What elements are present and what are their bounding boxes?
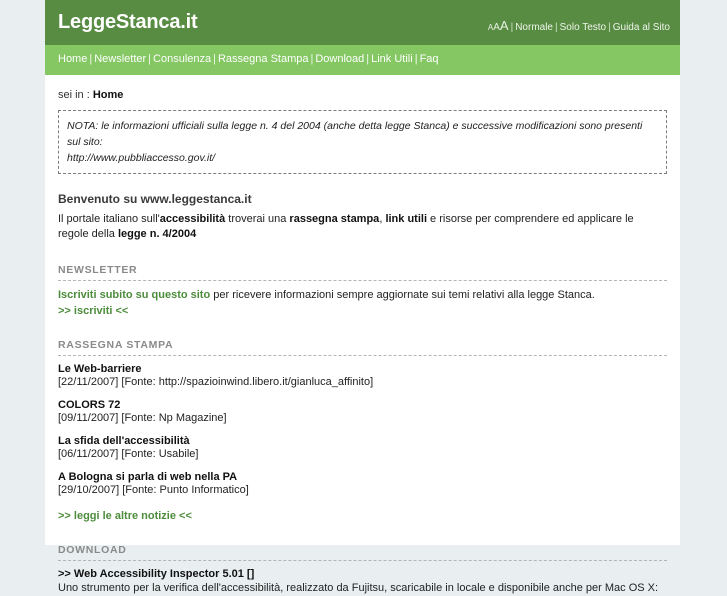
nav-separator: | bbox=[213, 53, 216, 65]
nota-line-1: NOTA: le informazioni ufficiali sulla le… bbox=[67, 120, 643, 148]
welcome-part-2: troverai una bbox=[225, 213, 290, 225]
nota-line-2: http://www.pubbliaccesso.gov.it/ bbox=[67, 152, 216, 164]
welcome-bold-legge: legge n. 4/2004 bbox=[117, 228, 197, 240]
site-title: LeggeStanca.it bbox=[58, 11, 198, 33]
press-item[interactable]: A Bologna si parla di web nella PA [29/1… bbox=[58, 471, 667, 496]
breadcrumb-prefix: sei in : bbox=[58, 89, 90, 101]
nav-item-newsletter[interactable]: Newsletter bbox=[94, 53, 146, 65]
download-section-title: DOWNLOAD bbox=[58, 544, 667, 561]
nav-item-faq[interactable]: Faq bbox=[420, 53, 439, 65]
main-navigation: Home | Newsletter | Consulenza | Rassegna Stam… bbox=[45, 45, 680, 75]
newsletter-rest-text: per ricevere informazioni sempre aggiorn… bbox=[210, 289, 595, 301]
press-item-meta: [06/11/2007] [Fonte: Usabile] bbox=[58, 448, 199, 460]
nav-separator: | bbox=[310, 53, 314, 65]
newsletter-section: NEWSLETTER Iscriviti subito su questo si… bbox=[58, 264, 667, 317]
press-item-title[interactable]: La sfida dell'accessibilità bbox=[58, 435, 667, 447]
press-item[interactable]: COLORS 72 [09/11/2007] [Fonte: Np Magazi… bbox=[58, 399, 667, 424]
page-container: LeggeStanca.it AAA | Normale | Solo Testo | Gu… bbox=[45, 0, 680, 594]
site-header: LeggeStanca.it AAA | Normale | Solo Testo | Gu… bbox=[45, 0, 680, 45]
toolbar-separator: | bbox=[555, 22, 558, 33]
text-size-large-button[interactable]: A bbox=[500, 18, 509, 33]
nav-item-download[interactable]: Download bbox=[315, 53, 364, 65]
welcome-part-1: Il portale italiano sull' bbox=[58, 213, 160, 225]
nav-item-consulenza[interactable]: Consulenza bbox=[153, 53, 211, 65]
welcome-bold-rassegna-stampa: rassegna stampa bbox=[289, 213, 380, 225]
nav-item-home[interactable]: Home bbox=[58, 53, 87, 65]
breadcrumb: sei in : Home bbox=[58, 75, 667, 110]
main-content: sei in : Home NOTA: le informazioni uffi… bbox=[45, 75, 680, 596]
rassegna-stampa-section-title: RASSEGNA STAMPA bbox=[58, 339, 667, 356]
rassegna-stampa-section: RASSEGNA STAMPA Le Web-barriere [22/11/2… bbox=[58, 339, 667, 522]
nav-separator: | bbox=[366, 53, 370, 65]
press-item-meta: [29/10/2007] [Fonte: Punto Informatico] bbox=[58, 484, 249, 496]
download-item-description: Uno strumento per la verifica dell'acces… bbox=[58, 582, 659, 594]
newsletter-section-title: NEWSLETTER bbox=[58, 264, 667, 281]
guida-al-sito-link[interactable]: Guida al Sito bbox=[613, 22, 670, 33]
welcome-heading: Benvenuto su www.leggestanca.it bbox=[58, 192, 252, 206]
nav-item-rassegna-stampa[interactable]: Rassegna Stampa bbox=[218, 53, 309, 65]
welcome-paragraph: Il portale italiano sull'accessibilità t… bbox=[58, 212, 667, 242]
press-item-title[interactable]: A Bologna si parla di web nella PA bbox=[58, 471, 667, 483]
nav-list: Home | Newsletter | Consulenza | Rassegna Stam… bbox=[58, 53, 439, 65]
press-item[interactable]: Le Web-barriere [22/11/2007] [Fonte: htt… bbox=[58, 363, 667, 388]
press-item-meta: [09/11/2007] [Fonte: Np Magazine] bbox=[58, 412, 227, 424]
view-solo-testo-link[interactable]: Solo Testo bbox=[560, 22, 607, 33]
toolbar-separator: | bbox=[510, 22, 514, 33]
nav-separator: | bbox=[89, 53, 93, 65]
download-section: DOWNLOAD >> Web Accessibility Inspector … bbox=[58, 544, 667, 596]
nav-separator: | bbox=[148, 53, 152, 65]
welcome-bold-link-utili: link utili bbox=[385, 213, 427, 225]
text-size-medium-button[interactable]: A bbox=[493, 22, 500, 33]
nav-item-link-utili[interactable]: Link Utili bbox=[371, 53, 413, 65]
accessibility-toolbar: AAA | Normale | Solo Testo | Guida al Sito bbox=[488, 18, 670, 33]
welcome-section: Benvenuto su www.leggestanca.it Il porta… bbox=[58, 192, 667, 242]
press-item[interactable]: La sfida dell'accessibilità [06/11/2007]… bbox=[58, 435, 667, 460]
press-item-title[interactable]: Le Web-barriere bbox=[58, 363, 667, 375]
toolbar-separator: | bbox=[608, 22, 611, 33]
newsletter-subscribe-link[interactable]: Iscriviti subito su questo sito bbox=[58, 289, 210, 301]
breadcrumb-current: Home bbox=[92, 89, 124, 101]
press-item-title[interactable]: COLORS 72 bbox=[58, 399, 667, 411]
newsletter-paragraph: Iscriviti subito su questo sito per rice… bbox=[58, 288, 667, 303]
download-item-title[interactable]: >> Web Accessibility Inspector 5.01 [] bbox=[58, 568, 667, 580]
newsletter-more-link[interactable]: >> iscriviti << bbox=[58, 305, 667, 317]
welcome-bold-accessibilita: accessibilità bbox=[159, 213, 226, 225]
rassegna-stampa-more-link[interactable]: >> leggi le altre notizie << bbox=[58, 510, 667, 522]
nav-separator: | bbox=[414, 53, 418, 65]
nota-box: NOTA: le informazioni ufficiali sulla le… bbox=[58, 110, 667, 174]
view-normale-link[interactable]: Normale bbox=[515, 22, 553, 33]
press-item-meta: [22/11/2007] [Fonte: http://spazioinwind… bbox=[58, 376, 374, 388]
